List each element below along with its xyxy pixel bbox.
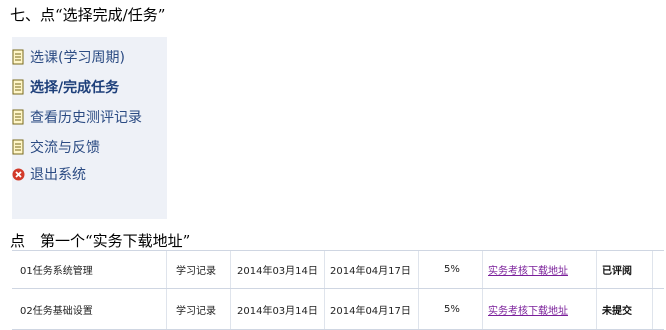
column-divider (324, 251, 325, 288)
column-divider (418, 289, 419, 329)
menu-item-label: 退出系统 (30, 167, 86, 183)
column-divider (230, 289, 231, 329)
instruction-heading-7: 七、点“选择完成/任务” (10, 6, 166, 24)
menu-item-logout[interactable]: 退出系统 (12, 164, 86, 184)
task-type: 学习记录 (176, 305, 216, 317)
menu-item-label: 查看历史测评记录 (30, 110, 142, 126)
task-status: 已评阅 (602, 266, 632, 277)
task-end-date: 2014年04月17日 (330, 266, 411, 277)
task-end-date: 2014年04月17日 (330, 305, 411, 317)
column-divider (652, 251, 653, 288)
table-row: 01任务系统管理 学习记录 2014年03月14日 2014年04月17日 5%… (12, 250, 664, 288)
column-divider (324, 289, 325, 329)
menu-item-label: 选择/完成任务 (30, 80, 120, 96)
task-start-date: 2014年03月14日 (237, 266, 318, 277)
menu-item-feedback[interactable]: 交流与反馈 (12, 137, 100, 157)
task-table: 01任务系统管理 学习记录 2014年03月14日 2014年04月17日 5%… (12, 250, 664, 330)
menu-item-history-records[interactable]: 查看历史测评记录 (12, 107, 142, 127)
task-name: 01任务系统管理 (20, 266, 93, 277)
menu-item-select-complete-task[interactable]: 选择/完成任务 (12, 77, 119, 97)
menu-item-label: 选课(学习周期) (30, 50, 125, 66)
task-percent: 5% (444, 264, 460, 275)
sidebar-menu: 选课(学习周期) 选择/完成任务 查看历史测评记录 交流与反馈 退出系统 (12, 37, 167, 219)
document-icon (12, 139, 24, 155)
column-divider (166, 251, 167, 288)
column-divider (482, 251, 483, 288)
task-start-date: 2014年03月14日 (237, 305, 318, 317)
column-divider (652, 289, 653, 329)
task-percent: 5% (444, 303, 460, 315)
column-divider (418, 251, 419, 288)
column-divider (482, 289, 483, 329)
column-divider (596, 289, 597, 329)
task-type: 学习记录 (176, 266, 216, 277)
menu-item-label: 交流与反馈 (30, 140, 100, 156)
document-icon (12, 79, 24, 95)
task-name: 02任务基础设置 (20, 305, 93, 317)
menu-item-select-course[interactable]: 选课(学习周期) (12, 47, 125, 67)
table-row: 02任务基础设置 学习记录 2014年03月14日 2014年04月17日 5%… (12, 288, 664, 330)
column-divider (166, 289, 167, 329)
document-icon (12, 49, 24, 65)
column-divider (596, 251, 597, 288)
download-link[interactable]: 实务考核下载地址 (488, 251, 568, 288)
column-divider (230, 251, 231, 288)
instruction-heading-download: 点 第一个“实务下载地址” (10, 232, 191, 250)
task-status: 未提交 (602, 305, 632, 317)
download-link[interactable]: 实务考核下载地址 (488, 289, 568, 329)
document-icon (12, 109, 24, 125)
close-icon (12, 168, 25, 180)
